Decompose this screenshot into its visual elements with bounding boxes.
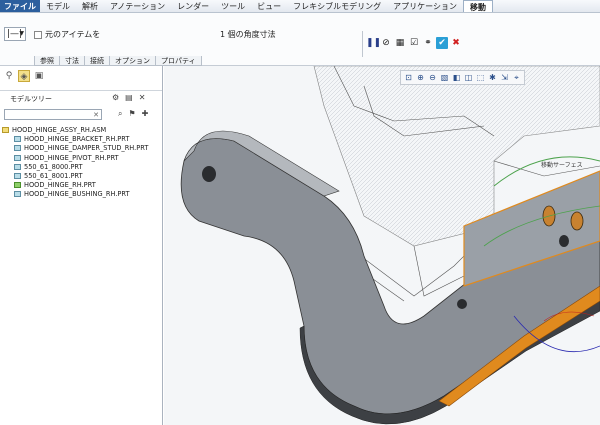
tab-dimensions[interactable]: 寸法: [59, 56, 85, 66]
dimension-status: 1 個の角度寸法: [220, 30, 276, 39]
tree-item-label: 550_61_8001.PRT: [24, 171, 83, 180]
menu-bar: ファイル モデル 解析 アノテーション レンダー ツール ビュー フレキシブルモ…: [0, 0, 600, 13]
tab-properties[interactable]: プロパティ: [155, 56, 202, 66]
menu-annotation[interactable]: アノテーション: [104, 0, 171, 12]
menu-model[interactable]: モデル: [40, 0, 76, 12]
section-icon[interactable]: ⬚: [475, 72, 486, 83]
tree-item-label: 550_61_8000.PRT: [24, 162, 83, 171]
menu-render[interactable]: レンダー: [171, 0, 215, 12]
part-icon: [14, 191, 21, 198]
zoom-out-icon[interactable]: ⊖: [427, 72, 438, 83]
repaint-icon[interactable]: ▧: [439, 72, 450, 83]
menu-flexible-modeling[interactable]: フレキシブルモデリング: [287, 0, 387, 12]
filter-icon[interactable]: ⚑: [128, 109, 135, 119]
spin-center-icon[interactable]: ⌖: [511, 72, 522, 83]
tree-title: モデルツリー: [10, 95, 52, 103]
graphics-viewport[interactable]: 移動サーフェス ⊡ ⊕ ⊖ ▧ ◧ ◫ ⬚ ✱ ⇲ ⌖: [164, 66, 600, 425]
annotation-display-icon[interactable]: ⇲: [499, 72, 510, 83]
glasses-icon[interactable]: ⚭: [422, 37, 434, 49]
tree-item-assembly[interactable]: HOOD_HINGE_ASSY_RH.ASM: [2, 126, 160, 135]
layers-icon[interactable]: ◈: [18, 70, 30, 82]
dimension-type-select[interactable]: |—| ▼: [4, 27, 26, 41]
find-icon[interactable]: ⌕: [118, 109, 122, 119]
assembly-icon: [2, 127, 9, 133]
part-icon: [14, 145, 21, 152]
original-item-option[interactable]: 元のアイテムを: [34, 29, 100, 40]
pause-button[interactable]: ❚❚: [366, 37, 381, 49]
preview-icon[interactable]: ▦: [394, 37, 406, 49]
tab-options[interactable]: オプション: [109, 56, 156, 66]
tree-item-label: HOOD_HINGE_BRACKET_RH.PRT: [24, 135, 130, 144]
file-menu[interactable]: ファイル: [0, 0, 40, 12]
tree-item-550-61-8001[interactable]: 550_61_8001.PRT: [2, 172, 160, 181]
tree-item-label: HOOD_HINGE_BUSHING_RH.PRT: [24, 190, 130, 199]
datum-display-icon[interactable]: ✱: [487, 72, 498, 83]
move-controls: ❚❚ ⊘ ▦ ☑ ⚭ ✔ ✖: [366, 37, 462, 49]
tree-header: モデルツリー ⚙ ▤ ✕: [0, 90, 162, 104]
close-icon[interactable]: ✕: [139, 93, 146, 102]
model-label: 移動サーフェス: [541, 162, 583, 169]
refit-icon[interactable]: ⊡: [403, 72, 414, 83]
part-icon: [14, 163, 21, 170]
verify-icon[interactable]: ☑: [408, 37, 420, 49]
tree-item-label: HOOD_HINGE_RH.PRT: [24, 181, 96, 190]
app-window: ファイル モデル 解析 アノテーション レンダー ツール ビュー フレキシブルモ…: [0, 0, 600, 425]
search-tools: ⌕ ⚑ ✚: [118, 109, 148, 119]
model-tree-pane: ⚲ ◈ ▣ モデルツリー ⚙ ▤ ✕ ✕ ⌕ ⚑ ✚ HOOD_HINGE_AS…: [0, 66, 163, 425]
part-icon: [14, 154, 21, 161]
original-item-label: 元のアイテムを: [45, 30, 101, 39]
view-toolbar: ⊡ ⊕ ⊖ ▧ ◧ ◫ ⬚ ✱ ⇲ ⌖: [400, 70, 525, 85]
checkbox[interactable]: [34, 30, 42, 39]
tab-references[interactable]: 参照: [34, 56, 60, 66]
pane-switcher: ⚲ ◈ ▣: [3, 70, 45, 82]
tree-item-pivot[interactable]: HOOD_HINGE_PIVOT_RH.PRT: [2, 154, 160, 163]
model-tree: HOOD_HINGE_ASSY_RH.ASM HOOD_HINGE_BRACKE…: [2, 126, 160, 200]
add-icon[interactable]: ✚: [142, 109, 149, 119]
tree-item-label: HOOD_HINGE_DAMPER_STUD_RH.PRT: [24, 144, 149, 153]
divider: [362, 31, 363, 57]
tree-item-label: HOOD_HINGE_ASSY_RH.ASM: [12, 126, 107, 134]
chevron-down-icon: ▼: [19, 30, 24, 37]
folder-icon[interactable]: ▣: [33, 70, 45, 82]
tree-search-input[interactable]: ✕: [4, 109, 102, 120]
no-preview-icon[interactable]: ⊘: [380, 37, 392, 49]
tree-item-hinge[interactable]: HOOD_HINGE_RH.PRT: [2, 181, 160, 190]
clear-icon[interactable]: ✕: [93, 110, 99, 120]
menu-move[interactable]: 移動: [462, 0, 493, 12]
ribbon-tabs: 参照 寸法 接続 オプション プロパティ: [34, 56, 202, 66]
settings-icon[interactable]: ⚙: [112, 93, 119, 102]
model-render: [180, 66, 600, 425]
tree-tools: ⚙ ▤ ✕: [112, 93, 145, 102]
part-icon: [14, 136, 21, 143]
menu-applications[interactable]: アプリケーション: [387, 0, 463, 12]
menu-analysis[interactable]: 解析: [76, 0, 104, 12]
tree-item-bracket[interactable]: HOOD_HINGE_BRACKET_RH.PRT: [2, 135, 160, 144]
ribbon: |—| ▼ 元のアイテムを 1 個の角度寸法 ❚❚ ⊘ ▦ ☑ ⚭ ✔ ✖ 参照…: [0, 13, 600, 66]
part-moving-icon: [14, 182, 21, 189]
zoom-in-icon[interactable]: ⊕: [415, 72, 426, 83]
model-tree-icon[interactable]: ⚲: [3, 70, 15, 82]
tree-item-label: HOOD_HINGE_PIVOT_RH.PRT: [24, 153, 119, 162]
tree-item-550-61-8000[interactable]: 550_61_8000.PRT: [2, 163, 160, 172]
tree-item-damper-stud[interactable]: HOOD_HINGE_DAMPER_STUD_RH.PRT: [2, 144, 160, 153]
tree-item-bushing[interactable]: HOOD_HINGE_BUSHING_RH.PRT: [2, 190, 160, 199]
saved-views-icon[interactable]: ◫: [463, 72, 474, 83]
part-icon: [14, 172, 21, 179]
tab-connect[interactable]: 接続: [84, 56, 110, 66]
display-style-icon[interactable]: ◧: [451, 72, 462, 83]
show-icon[interactable]: ▤: [125, 93, 133, 102]
menu-view[interactable]: ビュー: [251, 0, 287, 12]
menu-tools[interactable]: ツール: [215, 0, 251, 12]
ok-button[interactable]: ✔: [436, 37, 448, 49]
cancel-button[interactable]: ✖: [450, 37, 462, 49]
